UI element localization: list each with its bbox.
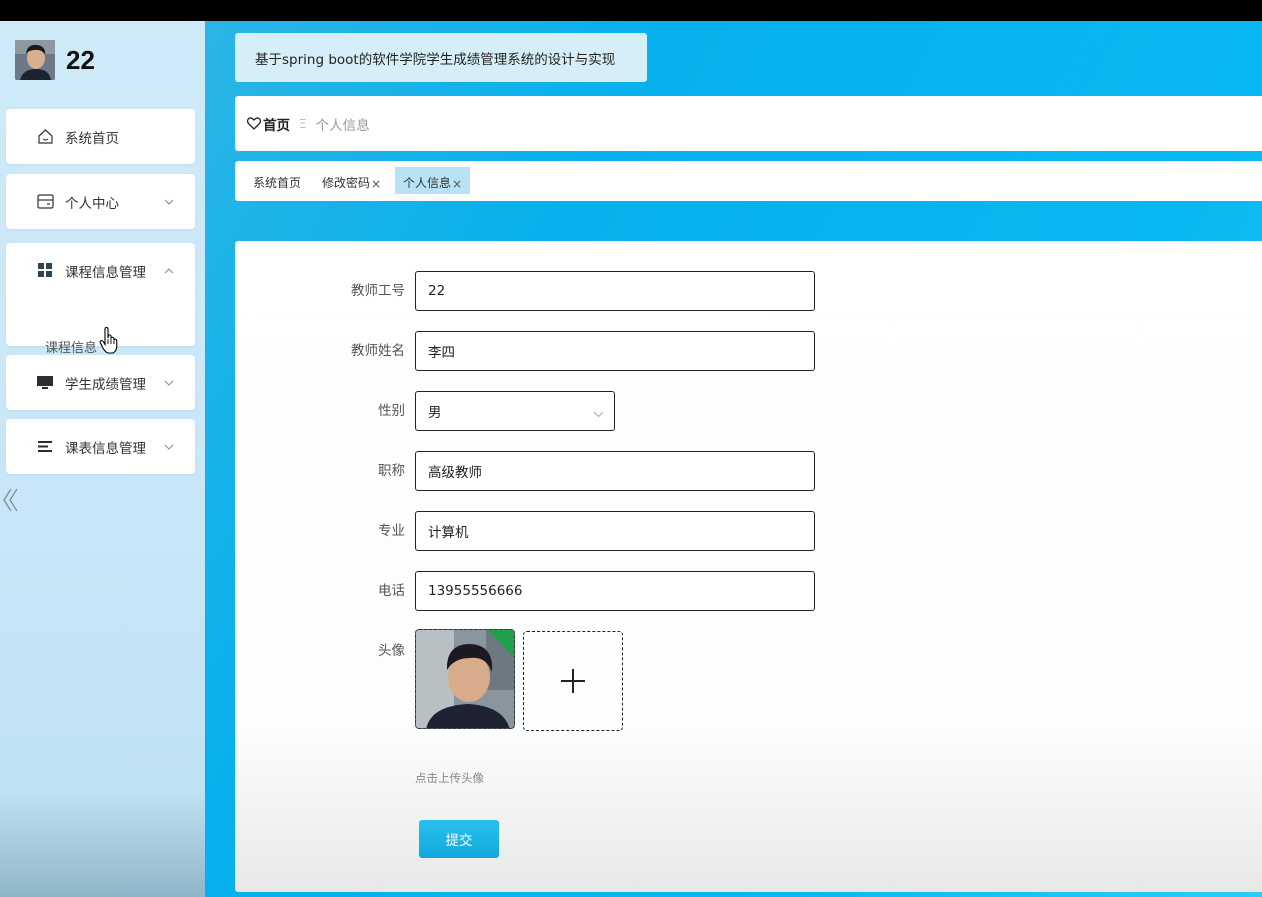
tab-change-password[interactable]: 修改密码 × bbox=[314, 167, 389, 194]
form-label: 电话 bbox=[378, 583, 405, 599]
major-field[interactable]: 计算机 bbox=[415, 511, 815, 551]
form-row-teacher-name: 教师姓名 李四 bbox=[235, 331, 835, 371]
sidebar-item-label: 课程信息管理 bbox=[65, 264, 146, 281]
form-row-title: 职称 高级教师 bbox=[235, 451, 835, 491]
chevron-up-icon bbox=[163, 265, 175, 277]
teacher-name-field[interactable]: 李四 bbox=[415, 331, 815, 371]
app-title: 基于spring boot的软件学院学生成绩管理系统的设计与实现 bbox=[235, 33, 647, 82]
sidebar-item-schedule-management[interactable]: 课表信息管理 bbox=[6, 419, 195, 474]
tabs-bar: 系统首页 修改密码 × 个人信息 × bbox=[235, 161, 1262, 201]
username: 22 bbox=[66, 44, 95, 75]
breadcrumb-separator: Ξ bbox=[299, 116, 307, 131]
tab-system-home[interactable]: 系统首页 bbox=[245, 167, 309, 194]
chevron-down-icon bbox=[163, 441, 175, 453]
chevron-down-icon bbox=[163, 377, 175, 389]
form-label: 教师工号 bbox=[351, 283, 405, 299]
form-label: 专业 bbox=[378, 523, 405, 539]
list-icon bbox=[36, 438, 54, 456]
sidebar-item-personal-center[interactable]: 个人中心 bbox=[6, 174, 195, 229]
profile-form-panel: 教师工号 22 教师姓名 李四 性别 男 职称 高级教师 专业 计算机 电话 1… bbox=[235, 241, 1262, 892]
teacher-id-field[interactable]: 22 bbox=[415, 271, 815, 311]
form-label: 教师姓名 bbox=[351, 343, 405, 359]
phone-field[interactable]: 13955556666 bbox=[415, 571, 815, 611]
wallet-icon bbox=[36, 193, 54, 211]
avatar bbox=[15, 40, 55, 80]
sidebar: 22 系统首页 个人中心 课程信息管理 课程信息 学生成绩管理 课表信息管理 bbox=[0, 21, 205, 897]
screen-top-bar bbox=[0, 0, 1262, 21]
sidebar-item-home[interactable]: 系统首页 bbox=[6, 109, 195, 164]
form-label: 头像 bbox=[378, 643, 405, 659]
form-label: 性别 bbox=[378, 403, 405, 419]
collapse-sidebar-icon[interactable] bbox=[2, 487, 18, 513]
gender-select-value: 男 bbox=[428, 405, 442, 421]
grid-icon bbox=[36, 262, 54, 280]
heart-icon bbox=[247, 117, 261, 130]
close-icon[interactable]: × bbox=[452, 177, 462, 191]
breadcrumb-home[interactable]: 首页 bbox=[247, 114, 290, 134]
tab-personal-info[interactable]: 个人信息 × bbox=[395, 167, 471, 194]
form-label: 职称 bbox=[378, 463, 405, 479]
submit-button[interactable]: 提交 bbox=[419, 820, 499, 858]
chevron-down-icon bbox=[593, 406, 604, 422]
monitor-icon bbox=[36, 374, 54, 392]
plus-icon bbox=[561, 669, 585, 693]
sidebar-item-label: 课表信息管理 bbox=[65, 440, 146, 457]
sidebar-item-label: 系统首页 bbox=[65, 130, 119, 147]
main-area: 基于spring boot的软件学院学生成绩管理系统的设计与实现 首页 Ξ 个人… bbox=[205, 21, 1262, 897]
sidebar-subitem-course-info[interactable]: 课程信息 bbox=[45, 337, 97, 356]
gender-select[interactable]: 男 bbox=[415, 391, 615, 431]
home-icon bbox=[36, 128, 54, 146]
form-row-gender: 性别 男 bbox=[235, 391, 835, 431]
upload-add-button[interactable] bbox=[523, 631, 623, 731]
breadcrumb-current: 个人信息 bbox=[315, 117, 370, 134]
sidebar-item-course-management[interactable]: 课程信息管理 课程信息 bbox=[6, 243, 195, 356]
sidebar-item-score-management[interactable]: 学生成绩管理 bbox=[6, 355, 195, 410]
sidebar-item-label: 个人中心 bbox=[65, 195, 119, 212]
user-info: 22 bbox=[15, 40, 95, 80]
upload-hint: 点击上传头像 bbox=[415, 771, 484, 785]
form-row-major: 专业 计算机 bbox=[235, 511, 835, 551]
form-row-phone: 电话 13955556666 bbox=[235, 571, 835, 611]
sidebar-item-label: 学生成绩管理 bbox=[65, 376, 146, 393]
title-field[interactable]: 高级教师 bbox=[415, 451, 815, 491]
close-icon[interactable]: × bbox=[371, 177, 381, 191]
breadcrumb: 首页 Ξ 个人信息 bbox=[235, 96, 1262, 151]
chevron-down-icon bbox=[163, 196, 175, 208]
form-row-teacher-id: 教师工号 22 bbox=[235, 271, 835, 311]
avatar-preview[interactable] bbox=[415, 629, 515, 729]
